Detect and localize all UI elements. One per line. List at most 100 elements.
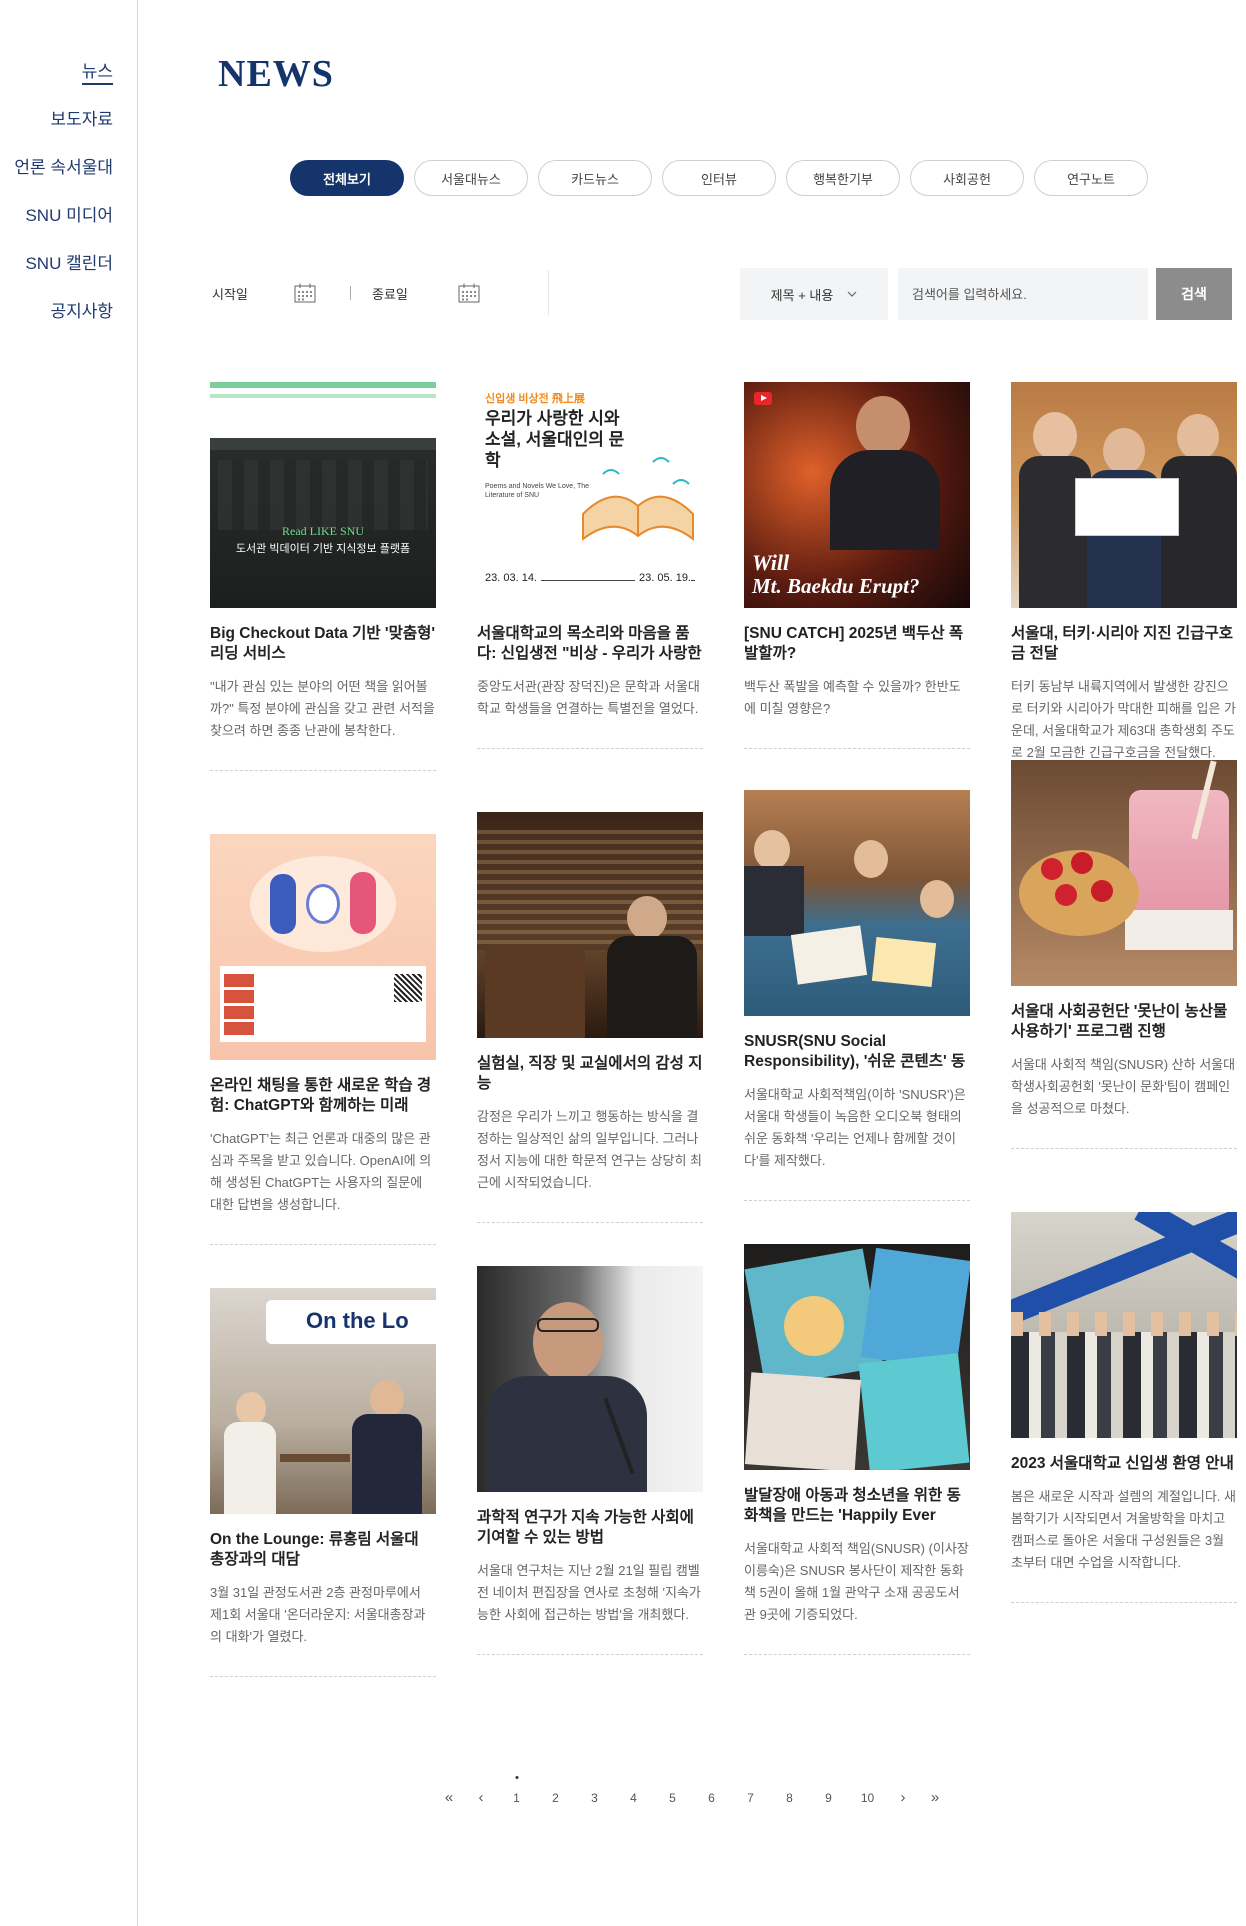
card-thumbnail: 신입생 비상전 飛上展 우리가 사랑한 시와 소설, 서울대인의 문학 Poem… bbox=[477, 382, 703, 608]
thumb-line1: Will bbox=[752, 550, 790, 575]
page-title: NEWS bbox=[218, 53, 334, 95]
main-content: NEWS 전체보기 서울대뉴스 카드뉴스 인터뷰 행복한기부 사회공헌 연구노트… bbox=[138, 0, 1246, 1926]
card-title: 서울대 사회공헌단 '못난이 농산물 사용하기' 프로그램 진행 bbox=[1011, 1003, 1228, 1040]
card-thumbnail bbox=[1011, 1212, 1237, 1438]
card-divider bbox=[744, 748, 970, 749]
card-thumbnail: On the Lo bbox=[210, 1288, 436, 1514]
card-title: 실험실, 직장 및 교실에서의 감성 지능 bbox=[477, 1055, 703, 1092]
page-link-6[interactable]: 6 bbox=[692, 1788, 731, 1808]
last-page-button[interactable]: » bbox=[919, 1788, 951, 1808]
next-page-button[interactable]: › bbox=[887, 1788, 919, 1808]
thumb-banner: On the Lo bbox=[306, 1308, 409, 1333]
card-thumbnail bbox=[744, 790, 970, 1016]
card-thumbnail bbox=[477, 1266, 703, 1492]
card-divider bbox=[744, 1200, 970, 1201]
news-card[interactable]: 실험실, 직장 및 교실에서의 감성 지능 감정은 우리가 느끼고 행동하는 방… bbox=[477, 812, 703, 1223]
card-summary: 'ChatGPT'는 최근 언론과 대중의 많은 관심과 주목을 받고 있습니다… bbox=[210, 1131, 432, 1212]
news-card[interactable]: Will Mt. Baekdu Erupt? [SNU CATCH] 2025년… bbox=[744, 382, 970, 749]
pagination: « ‹ 1 2 3 4 5 6 7 8 9 10 › » bbox=[138, 1788, 1246, 1808]
card-thumbnail: Read LIKE SNU 도서관 빅데이터 기반 지식정보 플랫폼 bbox=[210, 382, 436, 608]
tab-snu-news[interactable]: 서울대뉴스 bbox=[414, 160, 528, 196]
news-card[interactable]: 서울대, 터키·시리아 지진 긴급구호금 전달 터키 동남부 내륙지역에서 발생… bbox=[1011, 382, 1237, 793]
sidebar-item-label: SNU 캘린더 bbox=[25, 254, 113, 273]
card-summary: 백두산 폭발을 예측할 수 있을까? 한반도에 미칠 영향은? bbox=[744, 679, 961, 716]
play-icon bbox=[754, 392, 772, 405]
card-divider bbox=[1011, 1148, 1237, 1149]
end-date-calendar-icon[interactable] bbox=[458, 283, 480, 303]
tab-all[interactable]: 전체보기 bbox=[290, 160, 404, 196]
news-card[interactable]: 신입생 비상전 飛上展 우리가 사랑한 시와 소설, 서울대인의 문학 Poem… bbox=[477, 382, 703, 749]
search-input[interactable] bbox=[898, 268, 1148, 320]
news-card[interactable]: SNUSR(SNU Social Responsibility), '쉬운 콘텐… bbox=[744, 790, 970, 1201]
card-title: 과학적 연구가 지속 가능한 사회에 기여할 수 있는 방법 bbox=[477, 1509, 694, 1546]
page-link-1[interactable]: 1 bbox=[497, 1788, 536, 1808]
search-scope-select[interactable]: 제목 + 내용 bbox=[740, 268, 888, 320]
card-summary: 서울대 연구처는 지난 2월 21일 필립 캠벨 전 네이처 편집장을 연사로 … bbox=[477, 1563, 701, 1622]
card-divider bbox=[477, 1222, 703, 1223]
news-card[interactable]: 서울대 사회공헌단 '못난이 농산물 사용하기' 프로그램 진행 서울대 사회적… bbox=[1011, 760, 1237, 1149]
filter-divider bbox=[548, 270, 549, 316]
news-card[interactable]: Read LIKE SNU 도서관 빅데이터 기반 지식정보 플랫폼 Big C… bbox=[210, 382, 436, 771]
sidebar-menu: 뉴스 보도자료 언론 속서울대 SNU 미디어 SNU 캘린더 공지사항 bbox=[14, 56, 113, 344]
open-book-illustration bbox=[582, 457, 694, 542]
card-summary: 터키 동남부 내륙지역에서 발생한 강진으로 터키와 시리아가 막대한 피해를 … bbox=[1011, 679, 1236, 760]
card-summary: 서울대학교 사회적 책임(SNUSR) (이사장 이릉숙)은 SNUSR 봉사단… bbox=[744, 1541, 969, 1622]
start-date-calendar-icon[interactable] bbox=[294, 283, 316, 303]
thumb-caption: 도서관 빅데이터 기반 지식정보 플랫폼 bbox=[235, 543, 411, 555]
sidebar-item-calendar[interactable]: SNU 캘린더 bbox=[14, 248, 113, 296]
card-title: On the Lounge: 류홍림 서울대 총장과의 대담 bbox=[210, 1531, 419, 1568]
tab-research-note[interactable]: 연구노트 bbox=[1034, 160, 1148, 196]
card-thumbnail bbox=[210, 834, 436, 1060]
card-summary: 서울대학교 사회적책임(이하 'SNUSR')은 서울대 학생들이 녹음한 오디… bbox=[744, 1087, 966, 1168]
card-title: 서울대학교의 목소리와 마음을 품다: 신입생전 "비상 - 우리가 사랑한 시… bbox=[477, 625, 702, 662]
page-link-4[interactable]: 4 bbox=[614, 1788, 653, 1808]
card-title: [SNU CATCH] 2025년 백두산 폭발할까? bbox=[744, 625, 964, 662]
card-title: SNUSR(SNU Social Responsibility), '쉬운 콘텐… bbox=[744, 1033, 966, 1070]
page-link-9[interactable]: 9 bbox=[809, 1788, 848, 1808]
thumb-date-to: 23. 05. 19. bbox=[635, 572, 691, 584]
sidebar-item-in-media[interactable]: 언론 속서울대 bbox=[14, 152, 113, 200]
card-summary: 감정은 우리가 느끼고 행동하는 방식을 결정하는 일상적인 삶의 일부입니다.… bbox=[477, 1109, 702, 1190]
news-card[interactable]: 발달장애 아동과 청소년을 위한 동화책을 만드는 'Happily Ever … bbox=[744, 1244, 970, 1655]
card-title: 서울대, 터키·시리아 지진 긴급구호금 전달 bbox=[1011, 625, 1234, 662]
card-thumbnail: Will Mt. Baekdu Erupt? bbox=[744, 382, 970, 608]
card-divider bbox=[210, 1244, 436, 1245]
news-card[interactable]: 2023 서울대학교 신입생 환영 안내 봄은 새로운 시작과 설렘의 계절입니… bbox=[1011, 1212, 1237, 1603]
thumb-read-like: Read LIKE SNU bbox=[282, 524, 364, 538]
first-page-button[interactable]: « bbox=[433, 1788, 465, 1808]
chevron-down-icon bbox=[847, 291, 857, 297]
card-thumbnail bbox=[1011, 760, 1237, 986]
news-card[interactable]: 온라인 채팅을 통한 새로운 학습 경험: ChatGPT와 함께하는 미래 '… bbox=[210, 834, 436, 1245]
card-thumbnail bbox=[744, 1244, 970, 1470]
thumb-date-from: 23. 03. 14. bbox=[485, 572, 541, 584]
news-card[interactable]: 과학적 연구가 지속 가능한 사회에 기여할 수 있는 방법 서울대 연구처는 … bbox=[477, 1266, 703, 1655]
page-link-3[interactable]: 3 bbox=[575, 1788, 614, 1808]
card-summary: 중앙도서관(관장 장덕진)은 문학과 서울대학교 학생들을 연결하는 특별전을 … bbox=[477, 679, 700, 716]
tab-card-news[interactable]: 카드뉴스 bbox=[538, 160, 652, 196]
filter-bar: 시작일 종료일 제목 + 내용 검색 bbox=[212, 268, 1232, 320]
sidebar-item-news[interactable]: 뉴스 bbox=[14, 56, 113, 104]
start-date-label: 시작일 bbox=[212, 287, 248, 302]
card-title: 발달장애 아동과 청소년을 위한 동화책을 만드는 'Happily Ever … bbox=[744, 1487, 961, 1524]
date-separator bbox=[350, 286, 351, 300]
tab-interview[interactable]: 인터뷰 bbox=[662, 160, 776, 196]
sidebar-item-snu-media[interactable]: SNU 미디어 bbox=[14, 200, 113, 248]
card-divider bbox=[744, 1654, 970, 1655]
search-button[interactable]: 검색 bbox=[1156, 268, 1232, 320]
tab-social-contribution[interactable]: 사회공헌 bbox=[910, 160, 1024, 196]
page-link-8[interactable]: 8 bbox=[770, 1788, 809, 1808]
tab-donation[interactable]: 행복한기부 bbox=[786, 160, 900, 196]
card-divider bbox=[1011, 1602, 1237, 1603]
news-card[interactable]: On the Lo On the Lounge: 류홍림 서울대 총장과의 대담… bbox=[210, 1288, 436, 1677]
sidebar-item-press[interactable]: 보도자료 bbox=[14, 104, 113, 152]
page-link-2[interactable]: 2 bbox=[536, 1788, 575, 1808]
sidebar: 뉴스 보도자료 언론 속서울대 SNU 미디어 SNU 캘린더 공지사항 bbox=[0, 0, 138, 1926]
prev-page-button[interactable]: ‹ bbox=[465, 1788, 497, 1808]
sidebar-item-notice[interactable]: 공지사항 bbox=[14, 296, 113, 344]
sidebar-item-label: 언론 속서울대 bbox=[14, 158, 113, 177]
page-link-7[interactable]: 7 bbox=[731, 1788, 770, 1808]
thumb-line2: Mt. Baekdu Erupt? bbox=[752, 574, 920, 598]
card-divider bbox=[210, 1676, 436, 1677]
page-link-5[interactable]: 5 bbox=[653, 1788, 692, 1808]
page-link-10[interactable]: 10 bbox=[848, 1788, 887, 1808]
